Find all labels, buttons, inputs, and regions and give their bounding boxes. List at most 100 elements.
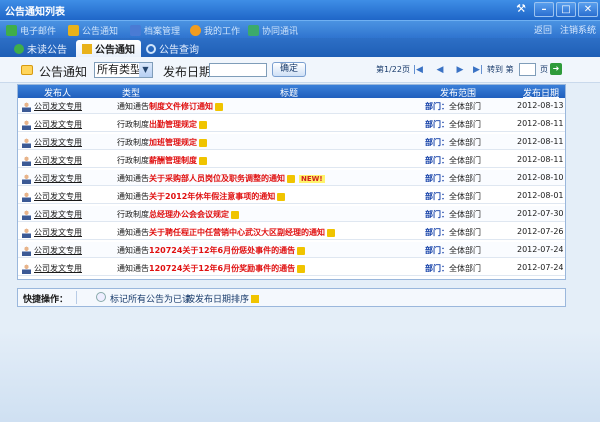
tools-icon[interactable]: ⚒ [510,2,532,17]
type-select[interactable]: 所有类型 ▼ [94,62,153,78]
publisher-link[interactable]: 公司发文专用 [22,191,82,202]
toolbar-item-notice[interactable]: 公告通知 [68,23,118,37]
scope-value: 全体部门 [449,264,481,273]
type-cell: 行政制度 [117,210,149,219]
publisher-link[interactable]: 公司发文专用 [22,173,82,184]
scope-cell: 部门：全体部门 [425,173,481,184]
title-label: 出勤管理规定 [149,120,197,129]
title-link[interactable]: 出勤管理规定 [149,119,207,130]
toolbar-item-label: 档案管理 [144,26,181,37]
tab-search[interactable]: 公告查询 [140,40,205,57]
publisher-link[interactable]: 公司发文专用 [22,227,82,238]
go-page-button[interactable]: ➜ [550,63,562,75]
mark-all-read-link[interactable]: 标记所有公告为已读 [110,292,191,305]
page-info: 第1/22页 [376,65,410,74]
table-header: 发布人 类型 标题 发布范围 发布日期 [18,85,565,99]
table-row[interactable]: 公司发文专用 通知通告 关于聘任程正中任营销中心武汉大区副经理的通知 部门：全体部门 2… [18,224,565,240]
type-select-value: 所有类型 [97,63,141,76]
type-cell: 通知通告 [117,246,149,255]
scope-prefix: 部门： [425,156,449,165]
date-cell: 2012-08-11 [517,119,564,128]
publisher-link[interactable]: 公司发文专用 [22,119,82,130]
tab-label: 未读公告 [27,45,67,56]
table-row[interactable]: 公司发文专用 通知通告 120724关于12年6月份惩处事件的通告 部门：全体部门 20… [18,242,565,258]
prev-page-icon[interactable]: ◀ [434,64,446,76]
scope-value: 全体部门 [449,246,481,255]
title-link[interactable]: 关于聘任程正中任营销中心武汉大区副经理的通知 [149,227,335,238]
home-link[interactable]: 返回 [534,23,552,36]
publisher-link[interactable]: 公司发文专用 [22,137,82,148]
title-link[interactable]: 总经理办公会会议规定 [149,209,239,220]
tab-bar: 未读公告 公告通知 公告查询 [0,38,600,57]
chevron-down-icon[interactable]: ▼ [139,63,152,77]
person-icon [22,263,31,274]
table-row[interactable]: 公司发文专用 行政制度 加班管理规定 部门：全体部门 2012-08-11 [18,134,565,150]
scope-prefix: 部门： [425,138,449,147]
table-row[interactable]: 公司发文专用 行政制度 薪酬管理制度 部门：全体部门 2012-08-11 [18,152,565,168]
maximize-button[interactable]: □ [556,2,576,17]
next-page-icon[interactable]: ▶ [454,64,466,76]
type-cell: 通知通告 [117,192,149,201]
publisher-label: 公司发文专用 [34,210,82,219]
date-cell: 2012-08-01 [517,191,564,200]
sort-by-date-link[interactable]: 按发布日期排序 [186,292,260,305]
title-link[interactable]: 薪酬管理制度 [149,155,207,166]
type-cell: 通知通告 [117,174,149,183]
table-row[interactable]: 公司发文专用 行政制度 总经理办公会会议规定 部门：全体部门 2012-07-30 [18,206,565,222]
scope-prefix: 部门： [425,264,449,273]
scope-cell: 部门：全体部门 [425,227,481,238]
goto-label: 转到 第 [487,65,514,74]
logout-link[interactable]: 注销系统 [560,23,596,36]
toolbar-item-label: 公告通知 [82,26,119,37]
toolbar-item-archive[interactable]: 档案管理 [130,23,180,37]
section-title: 公告通知 [39,65,88,79]
last-page-icon[interactable]: ▶| [472,64,484,76]
title-link[interactable]: 关于2012年休年假注意事项的通知 [149,191,286,202]
toolbar-item-work[interactable]: 我的工作 [190,23,240,37]
date-cell: 2012-07-24 [517,245,564,254]
first-page-icon[interactable]: |◀ [412,64,424,76]
person-icon [22,191,31,202]
publisher-link[interactable]: 公司发文专用 [22,155,82,166]
publisher-link[interactable]: 公司发文专用 [22,209,82,220]
publisher-link[interactable]: 公司发文专用 [22,245,82,256]
scope-value: 全体部门 [449,210,481,219]
publisher-link[interactable]: 公司发文专用 [22,263,82,274]
scope-prefix: 部门： [425,192,449,201]
type-cell: 通知通告 [117,264,149,273]
title-link[interactable]: 120724关于12年6月份奖励事件的通告 [149,263,306,274]
title-link[interactable]: 关于采购部人员岗位及职务调整的通知 NEW! [149,173,325,184]
publisher-label: 公司发文专用 [34,228,82,237]
toolbar-item-comm[interactable]: 协同通讯 [248,23,298,37]
attachment-icon [199,138,207,147]
table-row[interactable]: 公司发文专用 通知通告 制度文件修订通知 部门：全体部门 2012-08-13 [18,98,565,114]
new-badge: NEW! [299,174,325,183]
date-cell: 2012-08-11 [517,155,564,164]
tab-notice[interactable]: 公告通知 [76,40,141,57]
title-label: 关于采购部人员岗位及职务调整的通知 [149,174,285,183]
close-button[interactable]: ✕ [578,2,598,17]
scope-cell: 部门：全体部门 [425,101,481,112]
sort-by-date-label: 按发布日期排序 [186,295,250,305]
person-icon [22,209,31,220]
table-row[interactable]: 公司发文专用 通知通告 关于采购部人员岗位及职务调整的通知 NEW! 部门：全体部门 20… [18,170,565,186]
page-input[interactable] [519,63,536,76]
attachment-icon [231,210,239,219]
quick-ops-label: 快捷操作： [23,295,69,305]
table-row[interactable]: 公司发文专用 通知通告 关于2012年休年假注意事项的通知 部门：全体部门 2012-0… [18,188,565,204]
publisher-label: 公司发文专用 [34,246,82,255]
title-link[interactable]: 制度文件修订通知 [149,101,223,112]
date-label: 发布日期 [163,65,212,79]
publisher-link[interactable]: 公司发文专用 [22,101,82,112]
table-row[interactable]: 公司发文专用 通知通告 120724关于12年6月份奖励事件的通告 部门：全体部门 20… [18,260,565,276]
title-link[interactable]: 120724关于12年6月份惩处事件的通告 [149,245,306,256]
minimize-button[interactable]: – [534,2,554,17]
tab-unread[interactable]: 未读公告 [8,40,73,57]
title-link[interactable]: 加班管理规定 [149,137,207,148]
toolbar-item-mail[interactable]: 电子邮件 [6,23,56,37]
date-input[interactable] [209,63,267,77]
table-row[interactable]: 公司发文专用 行政制度 出勤管理规定 部门：全体部门 2012-08-11 [18,116,565,132]
publisher-label: 公司发文专用 [34,138,82,147]
scope-value: 全体部门 [449,138,481,147]
confirm-button[interactable]: 确定 [272,62,306,77]
